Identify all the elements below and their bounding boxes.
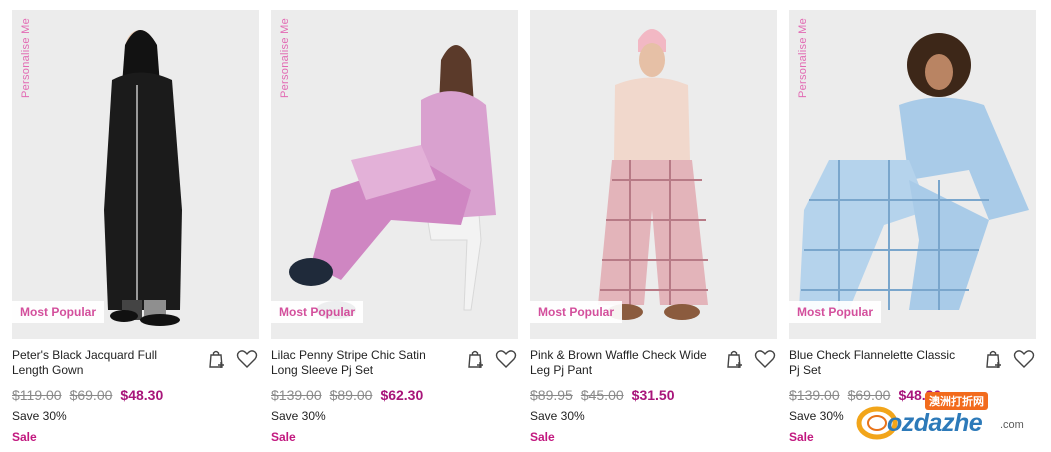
- product-grid: Personalise Me Most Popular Peter's Blac…: [12, 10, 1036, 449]
- wishlist-heart-icon[interactable]: [753, 347, 777, 371]
- sale-label: Sale: [12, 430, 37, 444]
- add-to-bag-icon[interactable]: [723, 347, 747, 371]
- most-popular-badge: Most Popular: [271, 301, 364, 323]
- product-photo: [789, 10, 1036, 339]
- add-to-bag-icon[interactable]: [205, 347, 229, 371]
- sale-label: Sale: [271, 430, 296, 444]
- product-image[interactable]: Most Popular: [530, 10, 777, 339]
- most-popular-badge: Most Popular: [789, 301, 882, 323]
- product-image[interactable]: Personalise Me Most Popular: [789, 10, 1036, 339]
- sale-price: $31.50: [631, 387, 675, 403]
- price-row: $119.00 $69.00 $48.30: [12, 387, 259, 403]
- was-price: $45.00: [580, 387, 624, 403]
- product-card[interactable]: Most Popular Pink & Brown Waffle Check W…: [530, 10, 777, 449]
- product-photo: [12, 10, 259, 339]
- product-image[interactable]: Personalise Me Most Popular: [12, 10, 259, 339]
- product-card[interactable]: Personalise Me Most Popular Blue Check F…: [789, 10, 1036, 449]
- rrp-price: $119.00: [12, 387, 62, 403]
- add-to-bag-icon[interactable]: [464, 347, 488, 371]
- watermark-chinese-text: 澳洲打折网: [925, 392, 988, 410]
- product-name[interactable]: Lilac Penny Stripe Chic Satin Long Sleev…: [271, 348, 451, 378]
- price-row: $89.95 $45.00 $31.50: [530, 387, 777, 403]
- rrp-price: $139.00: [789, 387, 840, 403]
- price-row: $139.00 $89.00 $62.30: [271, 387, 518, 403]
- watermark-brand: ozdazhe: [887, 409, 983, 437]
- personalise-label[interactable]: Personalise Me: [279, 18, 291, 98]
- sale-label: Sale: [530, 430, 555, 444]
- personalise-label[interactable]: Personalise Me: [20, 18, 32, 98]
- rrp-price: $89.95: [530, 387, 573, 403]
- sale-price: $48.30: [120, 387, 164, 403]
- was-price: $69.00: [69, 387, 113, 403]
- was-price: $89.00: [329, 387, 373, 403]
- wishlist-heart-icon[interactable]: [494, 347, 518, 371]
- product-photo: [271, 10, 518, 339]
- product-card[interactable]: Personalise Me Most Popular Peter's Blac…: [12, 10, 259, 449]
- save-percent: Save 30%: [12, 409, 67, 423]
- product-name[interactable]: Peter's Black Jacquard Full Length Gown: [12, 348, 192, 378]
- ozdazhe-watermark-logo: 澳洲打折网 ozdazhe .com: [855, 390, 1037, 442]
- most-popular-badge: Most Popular: [530, 301, 623, 323]
- product-photo: [530, 10, 777, 339]
- product-card[interactable]: Personalise Me Most Popular Lilac Penny …: [271, 10, 518, 449]
- product-name[interactable]: Blue Check Flannelette Classic Pj Set: [789, 348, 969, 378]
- wishlist-heart-icon[interactable]: [235, 347, 259, 371]
- personalise-label[interactable]: Personalise Me: [797, 18, 809, 98]
- watermark-suffix: .com: [1000, 419, 1024, 431]
- sale-price: $62.30: [380, 387, 424, 403]
- product-name[interactable]: Pink & Brown Waffle Check Wide Leg Pj Pa…: [530, 348, 710, 378]
- add-to-bag-icon[interactable]: [982, 347, 1006, 371]
- save-percent: Save 30%: [530, 409, 585, 423]
- save-percent: Save 30%: [271, 409, 326, 423]
- most-popular-badge: Most Popular: [12, 301, 105, 323]
- product-image[interactable]: Personalise Me Most Popular: [271, 10, 518, 339]
- rrp-price: $139.00: [271, 387, 322, 403]
- wishlist-heart-icon[interactable]: [1012, 347, 1036, 371]
